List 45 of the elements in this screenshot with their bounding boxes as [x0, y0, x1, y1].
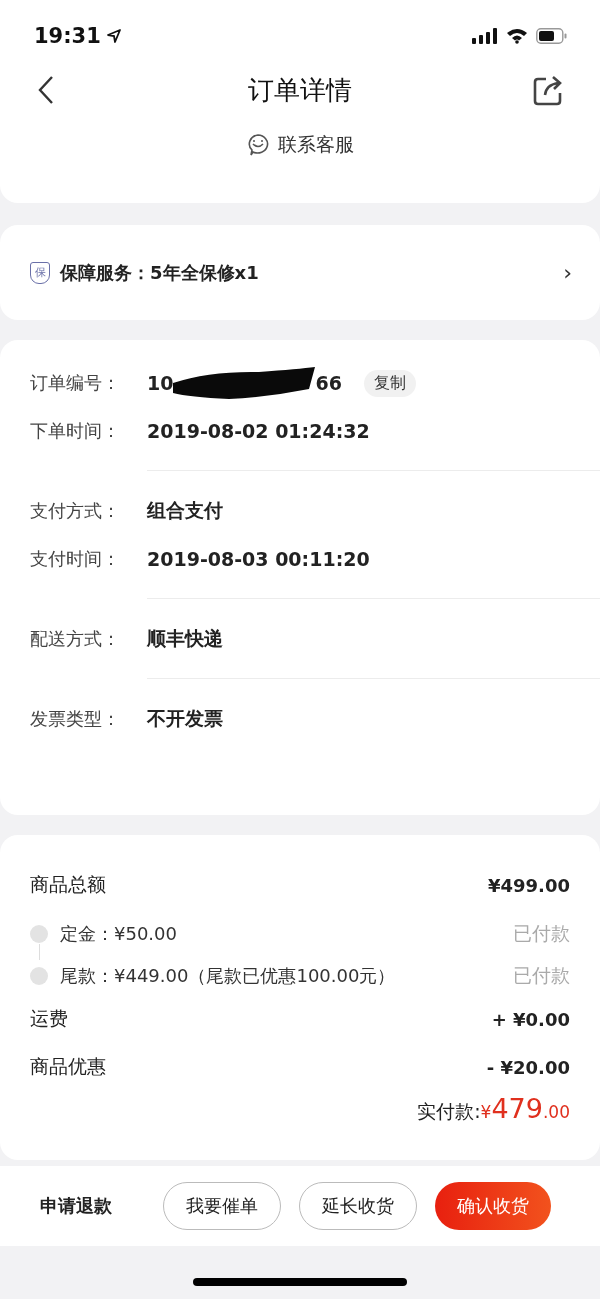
- timeline-dot: [30, 967, 48, 985]
- contact-service-button[interactable]: 联系客服: [246, 132, 354, 158]
- order-number-end: 66: [315, 372, 342, 394]
- payment-stage: 尾款：¥449.00（尾款已优惠100.00元）: [60, 964, 396, 988]
- field-value: 顺丰快递: [147, 626, 223, 651]
- refund-link[interactable]: 申请退款: [40, 1182, 112, 1230]
- signal-icon: [472, 28, 498, 44]
- field-value: 2019-08-03 00:11:20: [147, 548, 370, 570]
- timeline-dot: [30, 925, 48, 943]
- back-icon[interactable]: [36, 75, 56, 105]
- paid-amount: ¥479.00: [480, 1093, 570, 1124]
- field-label: 支付时间：: [30, 547, 121, 571]
- chevron-icon: ›: [563, 260, 572, 285]
- chat-smile-icon: [246, 133, 270, 157]
- price-label: 运费: [30, 1006, 68, 1031]
- order-number-start: 10: [147, 372, 174, 394]
- confirm-button[interactable]: 确认收货: [435, 1182, 551, 1230]
- payment-status: 已付款: [513, 963, 570, 988]
- field-value: 2019-08-02 01:24:32: [147, 420, 370, 442]
- field-label: 下单时间：: [30, 419, 121, 443]
- field-label: 配送方式：: [30, 627, 121, 651]
- price-amount: - ¥20.00: [486, 1056, 570, 1078]
- price-label: 商品优惠: [30, 1054, 106, 1079]
- action-button[interactable]: 我要催单: [163, 1182, 281, 1230]
- field-value: 不开发票: [147, 706, 223, 731]
- total-amount: ¥499.00: [488, 874, 570, 896]
- status-time: 19:31: [34, 24, 101, 48]
- field-label: 发票类型：: [30, 707, 121, 731]
- warranty-row[interactable]: 保 保障服务：5年全保修x1 ›: [0, 225, 600, 320]
- battery-icon: [536, 28, 568, 44]
- page-title: 订单详情: [248, 73, 352, 107]
- field-label: 支付方式：: [30, 499, 121, 523]
- payment-stage: 定金：¥50.00: [60, 922, 177, 946]
- copy-button[interactable]: 复制: [363, 369, 416, 397]
- price-amount: + ¥0.00: [491, 1008, 570, 1030]
- wifi-icon: [506, 28, 528, 44]
- field-label: 订单编号：: [30, 371, 121, 395]
- paid-label: 实付款:: [417, 1099, 481, 1124]
- warranty-text: 保障服务：5年全保修x1: [60, 260, 259, 285]
- location-arrow-icon: [106, 29, 121, 43]
- payment-status: 已付款: [513, 921, 570, 946]
- shield-badge: 保: [30, 261, 50, 284]
- field-value: 组合支付: [147, 498, 223, 523]
- total-label: 商品总额: [30, 872, 106, 897]
- action-button[interactable]: 延长收货: [299, 1182, 417, 1230]
